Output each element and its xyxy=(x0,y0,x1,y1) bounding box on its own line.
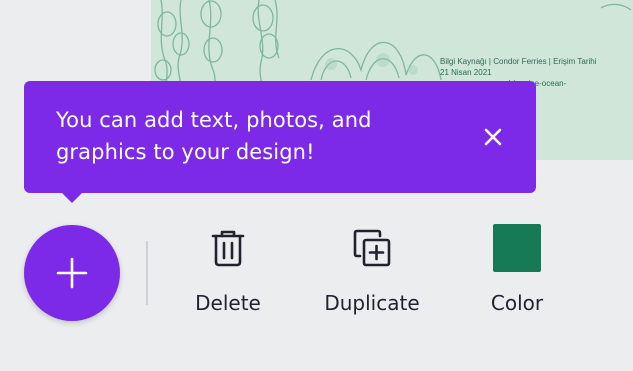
color-swatch xyxy=(493,224,541,272)
duplicate-icon xyxy=(353,229,391,267)
trash-icon xyxy=(211,230,245,267)
tooltip-message: You can add text, photos, and graphics t… xyxy=(56,108,372,164)
color-label: Color xyxy=(490,291,544,315)
tooltip-close-button[interactable] xyxy=(480,124,506,150)
caption-line: Bilgi Kaynağı | Condor Ferries | Erişim … xyxy=(440,57,597,66)
delete-button[interactable]: Delete xyxy=(168,222,288,322)
onboarding-tooltip: You can add text, photos, and graphics t… xyxy=(24,81,536,203)
color-button[interactable]: Color xyxy=(457,222,577,322)
caption-line: 21 Nisan 2021 xyxy=(440,68,492,77)
toolbar-divider xyxy=(146,241,148,305)
close-icon xyxy=(484,128,502,146)
duplicate-label: Duplicate xyxy=(324,291,420,315)
delete-label: Delete xyxy=(195,291,261,315)
duplicate-button[interactable]: Duplicate xyxy=(312,222,432,322)
plus-icon xyxy=(56,257,88,289)
add-element-button[interactable] xyxy=(24,225,120,321)
